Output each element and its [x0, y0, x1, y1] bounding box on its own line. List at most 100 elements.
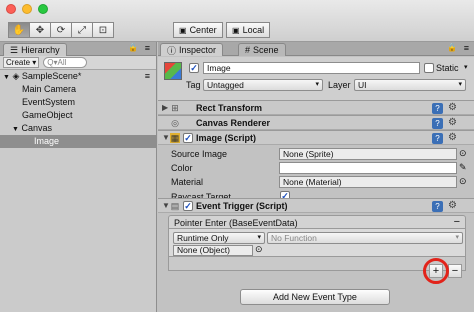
remove-event-icon[interactable]: − [454, 216, 460, 228]
tab-inspector[interactable]: ⓘ Inspector [160, 43, 224, 56]
inspector-panel: ⓘ Inspector # Scene 🔒 ≡ ✓ Image Static ▾… [158, 42, 474, 312]
source-image-label: Source Image [171, 149, 228, 159]
image-script-component[interactable]: ▼ ▦ ✓ Image (Script) ? ⚙ [158, 130, 474, 145]
collapse-triangle-icon[interactable]: ▶ [162, 103, 168, 112]
panel-menu-icon[interactable]: ≡ [145, 43, 150, 53]
space-label: Local [242, 25, 265, 35]
scene-row[interactable]: ▼ ◈ SampleScene* ≡ [0, 70, 156, 83]
component-title: Canvas Renderer [196, 118, 271, 128]
lock-icon[interactable]: 🔒 [128, 43, 138, 52]
color-label: Color [171, 163, 193, 173]
tag-value: Untagged [207, 80, 244, 90]
pivot-label: Center [189, 25, 217, 35]
hand-tool-button[interactable]: ✋ [8, 22, 30, 38]
tab-scene[interactable]: # Scene [238, 43, 286, 56]
rect-tool-icon: ⊡ [98, 24, 108, 36]
tab-hierarchy[interactable]: ☰ Hierarchy [3, 43, 67, 56]
help-icon[interactable]: ? [432, 133, 443, 144]
function-value: No Function [271, 233, 317, 243]
move-tool-button[interactable]: ✥ [29, 22, 51, 38]
static-checkbox[interactable] [424, 63, 434, 73]
image-component-icon: ▦ [170, 133, 180, 143]
object-picker-icon[interactable]: ⊙ [459, 148, 467, 159]
info-icon: ⓘ [167, 45, 177, 56]
hierarchy-item[interactable]: Main Camera [0, 83, 156, 96]
eyedropper-icon[interactable]: ✎ [459, 162, 467, 173]
tag-label: Tag [186, 80, 201, 90]
expand-triangle-icon[interactable]: ▼ [3, 74, 10, 81]
hierarchy-search-input[interactable]: Q▾All [43, 57, 88, 68]
source-image-field[interactable]: None (Sprite) [279, 148, 457, 160]
layer-value: UI [358, 80, 367, 90]
inspector-tabbar: ⓘ Inspector # Scene 🔒 ≡ [158, 42, 474, 56]
expand-triangle-icon[interactable]: ▼ [162, 201, 170, 210]
runtime-value: Runtime Only [177, 233, 229, 243]
tab-inspector-label: Inspector [179, 45, 217, 55]
component-title: Rect Transform [196, 103, 263, 113]
layer-dropdown[interactable]: UI ▾ [354, 79, 466, 91]
remove-listener-button[interactable]: − [448, 264, 462, 278]
target-object-field[interactable]: None (Object) [173, 245, 253, 256]
rotate-tool-button[interactable]: ⟳ [50, 22, 72, 38]
object-name-field[interactable]: Image [203, 62, 420, 74]
image-enabled-checkbox[interactable]: ✓ [183, 133, 193, 143]
maximize-window-icon[interactable] [38, 4, 48, 14]
close-window-icon[interactable] [6, 4, 16, 14]
gear-icon[interactable]: ⚙ [448, 132, 457, 143]
hierarchy-item-label: EventSystem [22, 97, 76, 107]
rect-tool-button[interactable]: ⊡ [92, 22, 114, 38]
rect-transform-component[interactable]: ▶ ⊞ Rect Transform ? ⚙ [158, 100, 474, 115]
event-trigger-component[interactable]: ▼ ▤ ✓ Event Trigger (Script) ? ⚙ [158, 198, 474, 213]
add-new-event-type-label: Add New Event Type [273, 292, 357, 302]
hierarchy-item-label: Main Camera [22, 84, 77, 94]
script-icon: ▤ [170, 201, 180, 211]
hierarchy-item-selected[interactable]: Image [0, 135, 156, 148]
pivot-center-button[interactable]: ▣ Center [173, 22, 223, 38]
active-checkbox[interactable]: ✓ [189, 63, 199, 73]
hierarchy-item[interactable]: GameObject [0, 109, 156, 122]
panel-menu-icon[interactable]: ≡ [464, 43, 469, 53]
scene-name: SampleScene* [21, 71, 82, 81]
scale-tool-button[interactable]: ⤢ [71, 22, 93, 38]
move-tool-icon: ✥ [35, 24, 45, 36]
gear-icon[interactable]: ⚙ [448, 117, 457, 128]
layer-label: Layer [328, 80, 351, 90]
expand-triangle-icon[interactable]: ▼ [162, 133, 170, 142]
lock-icon[interactable]: 🔒 [447, 43, 457, 52]
material-label: Material [171, 177, 204, 187]
panel-menu-icon[interactable]: ≡ [145, 70, 150, 83]
space-local-button[interactable]: ▣ Local [226, 22, 270, 38]
pivot-icon: ▣ [179, 25, 187, 35]
event-entry-body: Runtime Only ▾ No Function ▾ None (Object)… [168, 229, 466, 257]
event-trigger-enabled-checkbox[interactable]: ✓ [183, 201, 193, 211]
gear-icon[interactable]: ⚙ [448, 102, 457, 113]
color-field[interactable] [279, 162, 457, 174]
rotate-tool-icon: ⟳ [56, 24, 66, 36]
hierarchy-panel: ☰ Hierarchy 🔒 ≡ Create ▾ Q▾All ▼ ◈ Sampl… [0, 42, 157, 312]
gear-icon[interactable]: ⚙ [448, 200, 457, 211]
dropdown-arrow-icon[interactable]: ▾ [464, 63, 468, 71]
tag-dropdown[interactable]: Untagged ▾ [203, 79, 323, 91]
hand-tool-icon: ✋ [12, 24, 26, 36]
help-icon[interactable]: ? [432, 118, 443, 129]
object-picker-icon[interactable]: ⊙ [255, 244, 263, 255]
material-field[interactable]: None (Material) [279, 176, 457, 188]
add-new-event-type-button[interactable]: Add New Event Type [240, 289, 390, 305]
create-button[interactable]: Create ▾ [3, 57, 40, 68]
hierarchy-item-label: GameObject [22, 110, 73, 120]
list-icon: ☰ [10, 44, 19, 55]
minimize-window-icon[interactable] [22, 4, 32, 14]
help-icon[interactable]: ? [432, 201, 443, 212]
expand-triangle-icon[interactable]: ▼ [12, 126, 19, 133]
help-icon[interactable]: ? [432, 103, 443, 114]
rect-transform-icon: ⊞ [171, 103, 179, 113]
hierarchy-item[interactable]: EventSystem [0, 96, 156, 109]
canvas-renderer-icon: ◎ [171, 118, 179, 128]
hierarchy-item[interactable]: ▼ Canvas [0, 122, 156, 135]
component-title: Event Trigger (Script) [196, 201, 288, 211]
runtime-dropdown[interactable]: Runtime Only ▾ [173, 232, 265, 244]
canvas-renderer-component[interactable]: ◎ Canvas Renderer ? ⚙ [158, 115, 474, 130]
object-picker-icon[interactable]: ⊙ [459, 176, 467, 187]
function-dropdown[interactable]: No Function ▾ [267, 232, 463, 244]
hierarchy-searchbar: Create ▾ Q▾All [0, 56, 156, 70]
